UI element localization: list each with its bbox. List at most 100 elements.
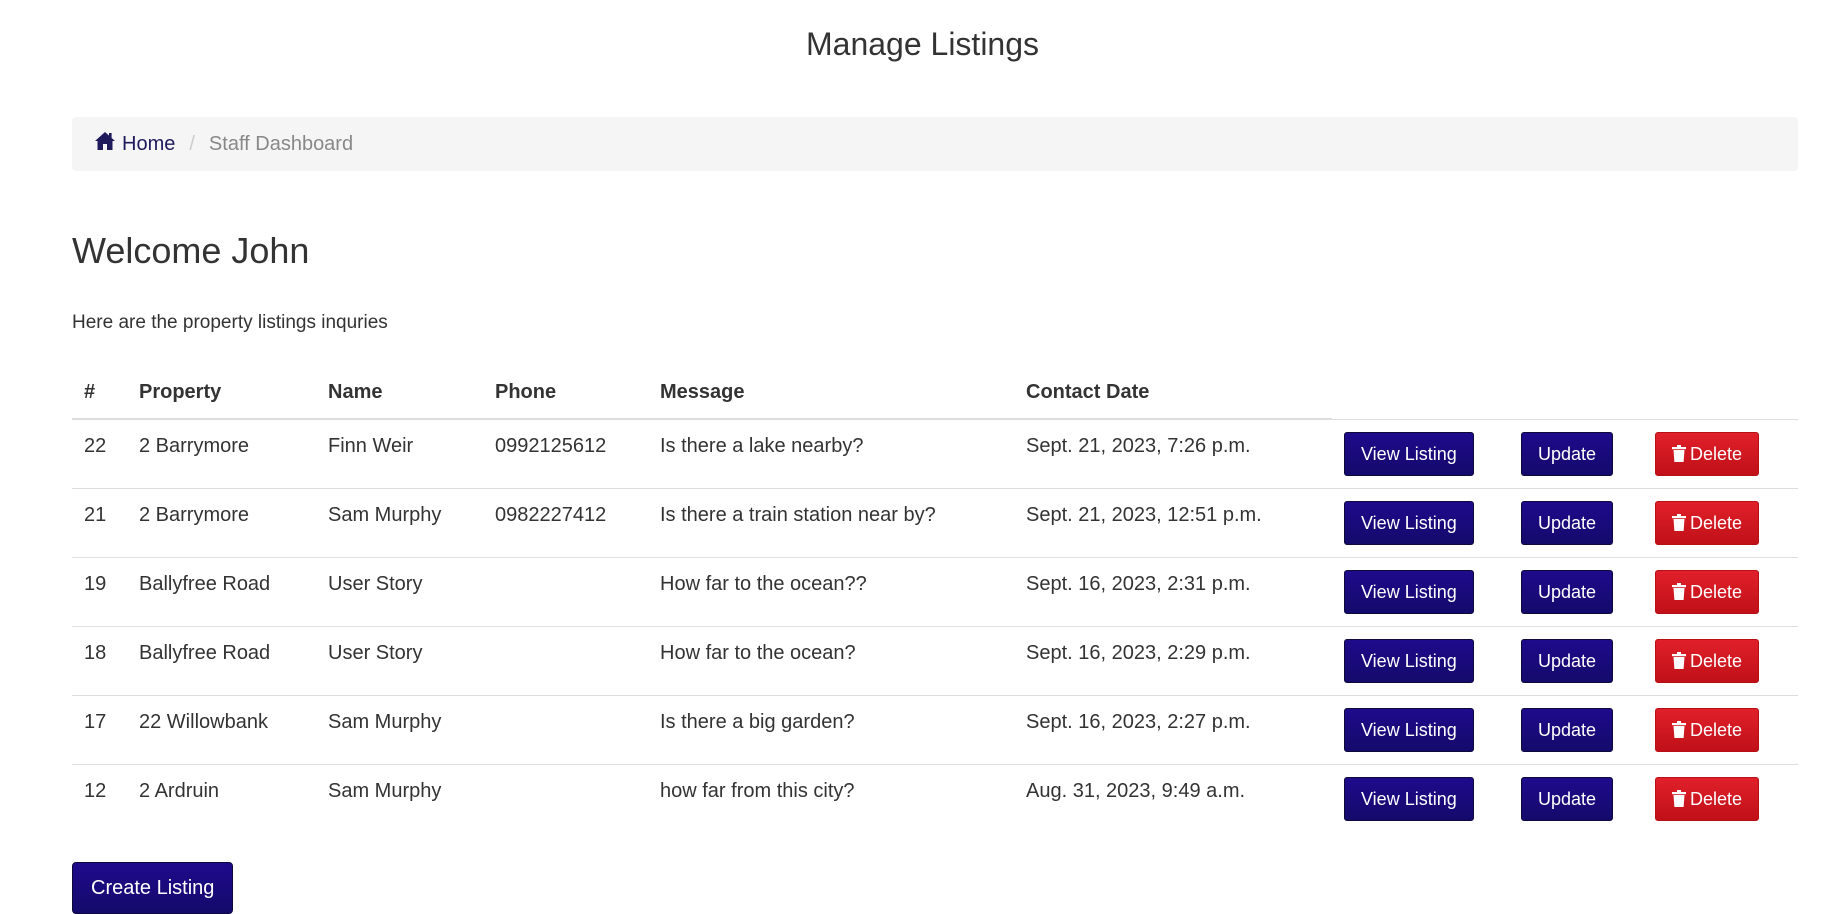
cell-property: 22 Willowbank (127, 694, 316, 764)
col-header-phone: Phone (483, 366, 648, 420)
delete-button-label: Delete (1690, 443, 1743, 464)
cell-property: 2 Barrymore (127, 487, 316, 557)
delete-button[interactable]: Delete (1655, 776, 1760, 821)
cell-id: 17 (72, 694, 127, 764)
cell-delete-action: Delete (1643, 694, 1798, 764)
cell-name: User Story (316, 556, 483, 626)
delete-button[interactable]: Delete (1655, 569, 1760, 614)
inquiries-table: # Property Name Phone Message Contact Da… (72, 366, 1798, 833)
page-title: Manage Listings (805, 26, 1040, 62)
view-listing-button[interactable]: View Listing (1344, 500, 1474, 545)
cell-message: how far from this city? (648, 763, 1014, 833)
cell-property: 2 Ardruin (127, 763, 316, 833)
cell-phone (483, 763, 648, 833)
view-listing-button[interactable]: View Listing (1344, 431, 1474, 476)
update-button[interactable]: Update (1521, 776, 1614, 821)
cell-name: User Story (316, 625, 483, 695)
breadcrumb-home-link[interactable]: Home (94, 131, 175, 157)
update-button[interactable]: Update (1521, 638, 1614, 683)
table-row: 12 2 Ardruin Sam Murphy how far from this c… (72, 763, 1798, 833)
trash-icon (1672, 445, 1690, 462)
cell-contact-date: Aug. 31, 2023, 9:49 a.m. (1014, 763, 1332, 833)
cell-update-action: Update (1509, 694, 1643, 764)
view-listing-button[interactable]: View Listing (1344, 707, 1474, 752)
cell-contact-date: Sept. 16, 2023, 2:29 p.m. (1014, 625, 1332, 695)
cell-update-action: Update (1509, 763, 1643, 833)
cell-phone: 0982227412 (483, 487, 648, 557)
breadcrumb-home-label: Home (122, 132, 176, 155)
trash-icon (1672, 652, 1690, 669)
breadcrumb-current: Staff Dashboard (208, 132, 354, 155)
col-header-id: # (72, 366, 127, 420)
delete-button[interactable]: Delete (1655, 431, 1760, 476)
delete-button[interactable]: Delete (1655, 638, 1760, 683)
delete-button-label: Delete (1690, 581, 1743, 602)
cell-name: Sam Murphy (316, 487, 483, 557)
trash-icon (1672, 790, 1690, 807)
cell-message: Is there a big garden? (648, 694, 1014, 764)
cell-name: Finn Weir (316, 418, 483, 488)
cell-delete-action: Delete (1643, 556, 1798, 626)
cell-phone (483, 694, 648, 764)
col-header-update (1509, 366, 1643, 419)
cell-update-action: Update (1509, 625, 1643, 695)
cell-id: 22 (72, 418, 127, 488)
cell-message: How far to the ocean? (648, 625, 1014, 695)
view-listing-button[interactable]: View Listing (1344, 569, 1474, 614)
cell-name: Sam Murphy (316, 763, 483, 833)
cell-property: Ballyfree Road (127, 625, 316, 695)
cell-delete-action: Delete (1643, 487, 1798, 557)
trash-icon (1672, 583, 1690, 600)
cell-id: 21 (72, 487, 127, 557)
trash-icon (1672, 721, 1690, 738)
cell-view-action: View Listing (1332, 487, 1509, 557)
delete-button[interactable]: Delete (1655, 500, 1760, 545)
cell-message: Is there a train station near by? (648, 487, 1014, 557)
cell-phone (483, 556, 648, 626)
cell-phone: 0992125612 (483, 418, 648, 488)
create-listing-button[interactable]: Create Listing (72, 862, 234, 914)
cell-phone (483, 625, 648, 695)
trash-icon (1672, 514, 1690, 531)
table-row: 17 22 Willowbank Sam Murphy Is there a big … (72, 694, 1798, 764)
cell-view-action: View Listing (1332, 694, 1509, 764)
breadcrumb-separator: / (189, 132, 195, 155)
table-row: 22 2 Barrymore Finn Weir 0992125612 Is there… (72, 418, 1798, 488)
cell-delete-action: Delete (1643, 763, 1798, 833)
cell-id: 19 (72, 556, 127, 626)
col-header-message: Message (648, 366, 1014, 420)
home-icon (94, 131, 122, 157)
cell-name: Sam Murphy (316, 694, 483, 764)
cell-message: How far to the ocean?? (648, 556, 1014, 626)
delete-button[interactable]: Delete (1655, 707, 1760, 752)
update-button[interactable]: Update (1521, 707, 1614, 752)
cell-message: Is there a lake nearby? (648, 418, 1014, 488)
update-button[interactable]: Update (1521, 569, 1614, 614)
update-button[interactable]: Update (1521, 431, 1614, 476)
cell-property: Ballyfree Road (127, 556, 316, 626)
table-row: 19 Ballyfree Road User Story How far to the… (72, 556, 1798, 626)
cell-view-action: View Listing (1332, 556, 1509, 626)
cell-property: 2 Barrymore (127, 418, 316, 488)
cell-view-action: View Listing (1332, 763, 1509, 833)
view-listing-button[interactable]: View Listing (1344, 776, 1474, 821)
cell-delete-action: Delete (1643, 418, 1798, 488)
delete-button-label: Delete (1690, 650, 1743, 671)
delete-button-label: Delete (1690, 788, 1743, 809)
cell-contact-date: Sept. 16, 2023, 2:27 p.m. (1014, 694, 1332, 764)
table-row: 18 Ballyfree Road User Story How far to the… (72, 625, 1798, 695)
table-header-row: # Property Name Phone Message Contact Da… (72, 366, 1798, 420)
table-row: 21 2 Barrymore Sam Murphy 0982227412 Is ther… (72, 487, 1798, 557)
breadcrumb: Home / Staff Dashboard (72, 117, 1798, 171)
welcome-heading: Welcome John (72, 230, 310, 271)
cell-view-action: View Listing (1332, 625, 1509, 695)
cell-view-action: View Listing (1332, 418, 1509, 488)
delete-button-label: Delete (1690, 512, 1743, 533)
view-listing-button[interactable]: View Listing (1344, 638, 1474, 683)
update-button[interactable]: Update (1521, 500, 1614, 545)
intro-text: Here are the property listings inquries (72, 312, 388, 333)
col-header-contact-date: Contact Date (1014, 366, 1332, 420)
col-header-name: Name (316, 366, 483, 420)
col-header-property: Property (127, 366, 316, 420)
delete-button-label: Delete (1690, 719, 1743, 740)
